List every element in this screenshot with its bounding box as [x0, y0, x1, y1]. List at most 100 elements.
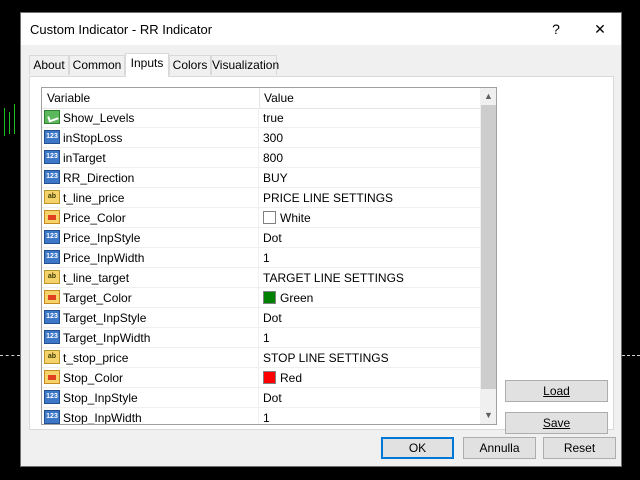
variable-value[interactable]: TARGET LINE SETTINGS: [263, 271, 404, 285]
variable-name: Price_InpWidth: [63, 251, 145, 265]
variable-value[interactable]: Red: [263, 371, 302, 385]
value-text: PRICE LINE SETTINGS: [263, 191, 394, 205]
number-icon: 123: [44, 330, 60, 344]
grid-scrollbar[interactable]: ▲ ▼: [480, 88, 496, 424]
value-text: Dot: [263, 391, 282, 405]
table-row[interactable]: 123 inTarget 800: [42, 148, 480, 168]
save-button[interactable]: Save: [505, 412, 608, 434]
variable-cell: 123 inTarget: [42, 148, 259, 167]
number-icon: 123: [44, 130, 60, 144]
number-icon: 123: [44, 170, 60, 184]
variable-value[interactable]: Green: [263, 291, 313, 305]
cancel-button[interactable]: Annulla: [463, 437, 536, 459]
variable-name: t_line_price: [63, 191, 125, 205]
close-button[interactable]: ✕: [577, 13, 623, 45]
table-row[interactable]: Show_Levels true: [42, 108, 480, 128]
table-row[interactable]: Stop_Color Red: [42, 368, 480, 388]
scroll-up-arrow-icon[interactable]: ▲: [480, 88, 496, 105]
tab-colors[interactable]: Colors: [169, 55, 211, 75]
tab-inputs[interactable]: Inputs: [125, 53, 169, 77]
color-swatch: [263, 211, 276, 224]
variable-value[interactable]: 1: [263, 251, 270, 265]
variable-value[interactable]: White: [263, 211, 311, 225]
bool-icon: [44, 110, 60, 124]
variable-value[interactable]: 1: [263, 331, 270, 345]
chart-bar-mark: [4, 108, 5, 136]
number-icon: 123: [44, 310, 60, 324]
variable-value[interactable]: PRICE LINE SETTINGS: [263, 191, 393, 205]
value-text: 1: [263, 251, 270, 265]
scroll-down-arrow-icon[interactable]: ▼: [480, 407, 496, 424]
value-text: Dot: [263, 311, 282, 325]
variable-cell: 123 RR_Direction: [42, 168, 259, 187]
variable-name: Target_Color: [63, 291, 132, 305]
header-variable: Variable: [47, 91, 91, 105]
table-row[interactable]: 123 RR_Direction BUY: [42, 168, 480, 188]
scroll-thumb[interactable]: [481, 105, 496, 389]
table-row[interactable]: 123 Target_InpStyle Dot: [42, 308, 480, 328]
variable-value[interactable]: Dot: [263, 231, 282, 245]
tab-about[interactable]: About: [29, 55, 69, 75]
number-icon: 123: [44, 390, 60, 404]
value-text: Red: [280, 371, 303, 385]
variable-name: Price_InpStyle: [63, 231, 141, 245]
help-button[interactable]: ?: [533, 13, 579, 45]
variable-name: t_stop_price: [63, 351, 129, 365]
variable-cell: 123 inStopLoss: [42, 128, 259, 147]
color-swatch: [263, 291, 276, 304]
number-icon: 123: [44, 150, 60, 164]
variable-value[interactable]: true: [263, 111, 284, 125]
table-row[interactable]: ab t_line_price PRICE LINE SETTINGS: [42, 188, 480, 208]
variable-value[interactable]: BUY: [263, 171, 288, 185]
table-row[interactable]: ab t_line_target TARGET LINE SETTINGS: [42, 268, 480, 288]
variable-cell: 123 Price_InpStyle: [42, 228, 259, 247]
variable-cell: ab t_line_price: [42, 188, 259, 207]
reset-button[interactable]: Reset: [543, 437, 616, 459]
window-title: Custom Indicator - RR Indicator: [30, 22, 213, 37]
value-text: STOP LINE SETTINGS: [263, 351, 389, 365]
value-text: White: [280, 211, 311, 225]
ok-button[interactable]: OK: [381, 437, 454, 459]
variable-cell: ab t_stop_price: [42, 348, 259, 367]
load-button[interactable]: Load: [505, 380, 608, 402]
header-value: Value: [264, 91, 294, 105]
table-row[interactable]: 123 Stop_InpWidth 1: [42, 408, 480, 425]
value-text: 1: [263, 331, 270, 345]
variable-name: Show_Levels: [63, 111, 135, 125]
table-row[interactable]: Target_Color Green: [42, 288, 480, 308]
tab-common[interactable]: Common: [69, 55, 125, 75]
grid-header: Variable Value: [42, 88, 480, 109]
variable-value[interactable]: Dot: [263, 311, 282, 325]
table-row[interactable]: ab t_stop_price STOP LINE SETTINGS: [42, 348, 480, 368]
variable-value[interactable]: 300: [263, 131, 283, 145]
variable-value[interactable]: 800: [263, 151, 283, 165]
tab-visualization[interactable]: Visualization: [211, 55, 279, 75]
table-row[interactable]: 123 Stop_InpStyle Dot: [42, 388, 480, 408]
chart-level-line: [622, 355, 640, 356]
variable-cell: 123 Target_InpWidth: [42, 328, 259, 347]
table-row[interactable]: Price_Color White: [42, 208, 480, 228]
table-row[interactable]: 123 inStopLoss 300: [42, 128, 480, 148]
load-label: Load: [543, 384, 570, 398]
variable-value[interactable]: 1: [263, 411, 270, 424]
color-icon: [44, 290, 60, 304]
variable-name: Stop_InpWidth: [63, 411, 142, 425]
variable-cell: Stop_Color: [42, 368, 259, 387]
table-row[interactable]: 123 Target_InpWidth 1: [42, 328, 480, 348]
title-bar: Custom Indicator - RR Indicator ? ✕: [21, 13, 621, 45]
value-text: Green: [280, 291, 314, 305]
variable-name: RR_Direction: [63, 171, 135, 185]
variable-name: Stop_InpStyle: [63, 391, 138, 405]
column-divider[interactable]: [259, 88, 260, 108]
value-text: BUY: [263, 171, 288, 185]
table-row[interactable]: 123 Price_InpStyle Dot: [42, 228, 480, 248]
variable-cell: ab t_line_target: [42, 268, 259, 287]
inputs-grid: Variable Value Show_Levels true 123 inStopL…: [41, 87, 497, 425]
variable-cell: Price_Color: [42, 208, 259, 227]
variable-name: inTarget: [63, 151, 106, 165]
string-icon: ab: [44, 270, 60, 284]
variable-value[interactable]: Dot: [263, 391, 282, 405]
value-text: TARGET LINE SETTINGS: [263, 271, 404, 285]
variable-value[interactable]: STOP LINE SETTINGS: [263, 351, 389, 365]
table-row[interactable]: 123 Price_InpWidth 1: [42, 248, 480, 268]
